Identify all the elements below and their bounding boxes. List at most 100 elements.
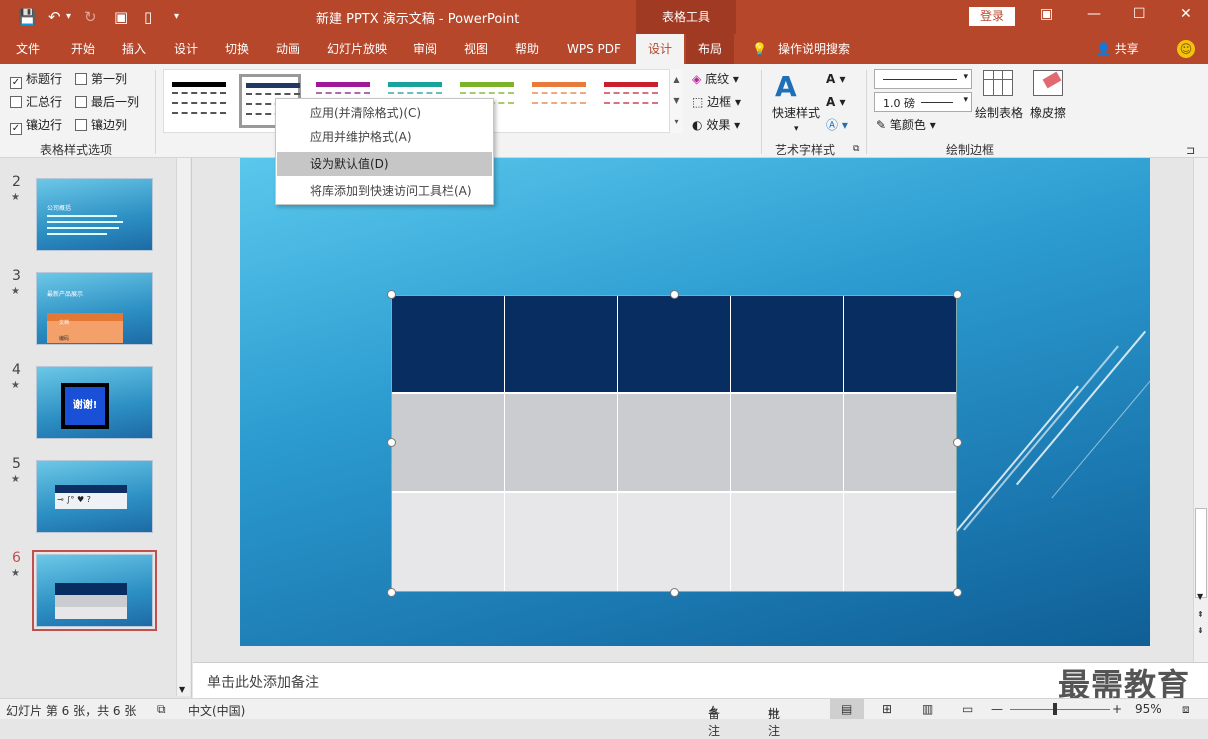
thumbnail-scrollbar[interactable]: ▼ (176, 158, 190, 696)
tab-wps-pdf[interactable]: WPS PDF (567, 34, 621, 64)
table-cell[interactable] (844, 296, 956, 394)
menu-set-as-default[interactable]: 设为默认值(D) (277, 152, 492, 176)
quick-styles-dropdown-icon[interactable]: ▾ (794, 120, 799, 138)
resize-handle[interactable] (670, 588, 679, 597)
share-button[interactable]: 👤 共享 (1096, 34, 1139, 64)
gallery-up-icon[interactable]: ▲ (670, 69, 683, 90)
present-icon[interactable]: ▣ (114, 8, 128, 26)
banded-rows-checkbox[interactable]: ✓ 镶边行 (10, 117, 62, 135)
shading-button[interactable]: ◈ 底纹 ▾ (692, 70, 739, 88)
resize-handle[interactable] (953, 438, 962, 447)
last-col-checkbox[interactable]: 最后一列 (75, 94, 139, 110)
scroll-thumb[interactable] (1195, 508, 1207, 598)
zoom-slider-track[interactable] (1010, 709, 1110, 710)
ribbon-display-icon[interactable]: ▣ (1040, 6, 1053, 22)
resize-handle[interactable] (387, 438, 396, 447)
table-style-orange[interactable] (528, 74, 590, 128)
table-cell[interactable] (731, 296, 844, 394)
undo-icon[interactable]: ↶ (48, 8, 61, 26)
smiley-icon[interactable]: ☺ (1177, 40, 1195, 58)
prev-slide-icon[interactable]: ⇞ (1197, 610, 1204, 619)
banded-cols-checkbox[interactable]: 镶边列 (75, 117, 127, 133)
table-cell[interactable] (392, 296, 505, 394)
tab-animations[interactable]: 动画 (276, 34, 300, 64)
customize-qat-icon[interactable]: ▾ (174, 8, 179, 26)
quick-styles-icon[interactable]: A (775, 70, 797, 103)
menu-apply-keep-format[interactable]: 应用并维护格式(A) (277, 125, 492, 149)
language-label[interactable]: 中文(中国) (188, 702, 245, 719)
slide-thumbnail-2[interactable]: 公司概括 (36, 178, 153, 251)
zoom-in-icon[interactable]: + (1112, 702, 1122, 716)
table-cell[interactable] (844, 493, 956, 591)
draw-table-button[interactable]: 绘制表格 (975, 104, 1023, 122)
pen-color-button[interactable]: ✎ 笔颜色 ▾ (876, 116, 936, 134)
slide-thumbnail-5[interactable]: ⊸ ∫° ♥ ? (36, 460, 153, 533)
tab-help[interactable]: 帮助 (515, 34, 539, 64)
scroll-down-icon[interactable]: ▼ (1197, 592, 1203, 601)
editor-scrollbar[interactable]: ▼ ⇞ ⇟ (1193, 158, 1208, 662)
tab-table-layout[interactable]: 布局 (686, 34, 735, 64)
table-cell[interactable] (731, 493, 844, 591)
text-effects-icon[interactable]: Ⓐ ▾ (826, 116, 848, 134)
notes-pane[interactable]: 单击此处添加备注 (193, 662, 1208, 698)
fit-slide-icon[interactable]: ⧈ (1182, 702, 1190, 717)
pen-weight-select[interactable]: 1.0 磅 ▾ (874, 92, 972, 112)
text-fill-icon[interactable]: A ▾ (826, 70, 846, 88)
menu-add-gallery-to-qat[interactable]: 将库添加到快速访问工具栏(A) (277, 179, 492, 203)
eraser-button[interactable]: 橡皮擦 (1030, 104, 1066, 122)
save-icon[interactable]: 💾 (18, 8, 37, 26)
table-cell[interactable] (618, 296, 731, 394)
resize-handle[interactable] (670, 290, 679, 299)
undo-dropdown-icon[interactable]: ▾ (66, 8, 71, 26)
close-icon[interactable]: ✕ (1180, 6, 1192, 22)
border-button[interactable]: ⬚ 边框 ▾ (692, 93, 741, 111)
table-cell[interactable] (505, 493, 618, 591)
pen-style-select[interactable]: ▾ (874, 69, 972, 89)
tab-insert[interactable]: 插入 (122, 34, 146, 64)
reading-view-icon[interactable]: ▥ (922, 702, 933, 716)
table-cell[interactable] (844, 394, 956, 493)
table-cell[interactable] (392, 493, 505, 591)
table-cell[interactable] (731, 394, 844, 493)
scroll-down-icon[interactable]: ▼ (179, 685, 185, 694)
wordart-launcher-icon[interactable]: ⧉ (853, 144, 859, 154)
menu-apply-clear-format[interactable]: 应用(并清除格式)(C) (277, 101, 492, 125)
table-style-red[interactable] (600, 74, 662, 128)
slide-sorter-icon[interactable]: ⊞ (882, 702, 892, 716)
login-button[interactable]: 登录 (969, 7, 1015, 26)
tab-review[interactable]: 审阅 (413, 34, 437, 64)
total-row-checkbox[interactable]: 汇总行 (10, 94, 62, 110)
tab-transitions[interactable]: 切换 (225, 34, 249, 64)
spellcheck-icon[interactable]: ⧉ (157, 702, 166, 717)
minimize-icon[interactable]: — (1087, 6, 1101, 22)
table-cell[interactable] (618, 493, 731, 591)
next-slide-icon[interactable]: ⇟ (1197, 626, 1204, 635)
tab-view[interactable]: 视图 (464, 34, 488, 64)
zoom-out-icon[interactable]: — (991, 702, 1003, 716)
resize-handle[interactable] (953, 588, 962, 597)
gallery-more-icon[interactable]: ▾ (670, 111, 683, 132)
collapse-ribbon-icon[interactable]: ⊐ (1186, 144, 1195, 157)
tab-file[interactable]: 文件 (16, 34, 40, 64)
slide-thumbnail-4[interactable]: 谢谢! (36, 366, 153, 439)
slide-thumbnail-3[interactable]: 最新产品展示 文档 编码 (36, 272, 153, 345)
eraser-icon[interactable] (1033, 70, 1063, 96)
slideshow-icon[interactable]: ▭ (962, 702, 973, 716)
zoom-slider-thumb[interactable] (1053, 703, 1057, 715)
new-file-icon[interactable]: ▯ (144, 8, 152, 26)
tab-slideshow[interactable]: 幻灯片放映 (327, 34, 387, 64)
resize-handle[interactable] (387, 290, 396, 299)
slide-thumbnail-6-selected[interactable] (32, 550, 157, 631)
text-outline-icon[interactable]: A ▾ (826, 93, 846, 111)
tab-table-design[interactable]: 设计 (636, 34, 685, 64)
tab-home[interactable]: 开始 (71, 34, 95, 64)
draw-table-icon[interactable] (983, 70, 1013, 96)
table-cell[interactable] (505, 394, 618, 493)
gallery-down-icon[interactable]: ▼ (670, 90, 683, 111)
table-cell[interactable] (618, 394, 731, 493)
zoom-level[interactable]: 95% (1135, 702, 1162, 716)
table-style-black[interactable] (168, 74, 230, 128)
effects-button[interactable]: ◐ 效果 ▾ (692, 116, 740, 134)
table-cell[interactable] (392, 394, 505, 493)
tell-me-search[interactable]: 操作说明搜索 (778, 34, 850, 64)
